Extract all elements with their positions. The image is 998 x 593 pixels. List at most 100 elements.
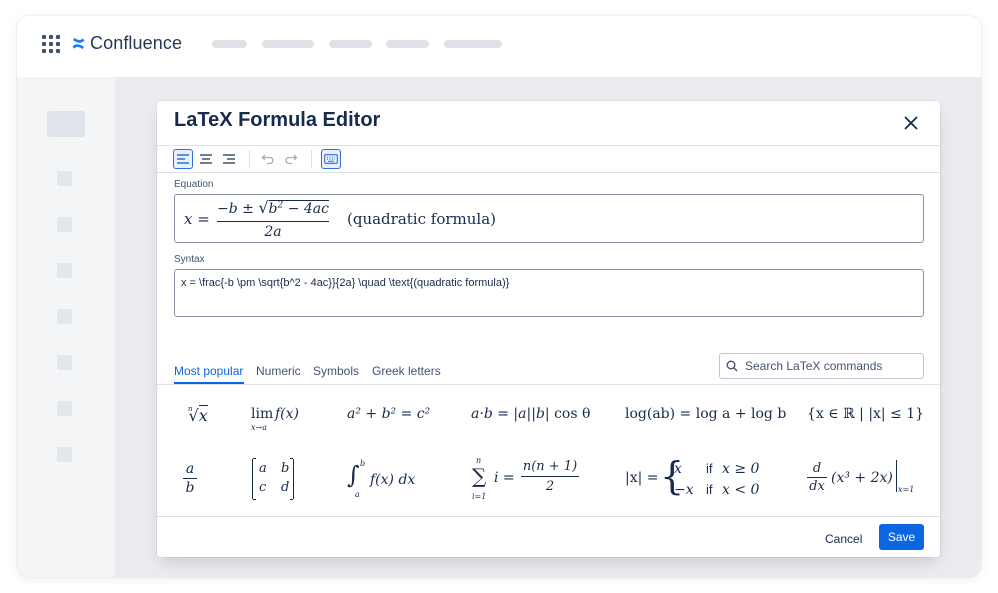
abs-row1-expr: x ≥ 0	[722, 461, 760, 477]
editor-toolbar	[157, 145, 940, 173]
integral-lower: a	[355, 490, 360, 499]
cancel-button[interactable]: Cancel	[817, 526, 870, 552]
matrix-cell-c: c	[259, 480, 267, 495]
formula-integral[interactable]: ∫ b a f(x) dx	[347, 459, 427, 501]
close-button[interactable]	[899, 111, 923, 135]
dot-equals: =	[497, 406, 509, 422]
abs-row2-condition: if	[706, 482, 713, 497]
evaluation-bar	[896, 460, 897, 492]
sidebar-header-placeholder[interactable]	[47, 111, 85, 137]
vector-a-magnitude: a	[518, 406, 527, 422]
formula-limit[interactable]: lim x→a f(x)	[251, 406, 311, 436]
sidebar-item-placeholder[interactable]	[57, 309, 72, 324]
formula-log-product[interactable]: log(ab) = log a + log b	[625, 406, 786, 422]
sum-body: i =	[494, 470, 515, 486]
formula-pythagorean[interactable]: a² + b² = c²	[347, 406, 430, 422]
abs-row1-condition: if	[706, 461, 713, 476]
tab-symbols[interactable]: Symbols	[313, 364, 359, 378]
matrix-cell-d: d	[281, 480, 290, 495]
derivative-evaluation: x=1	[898, 485, 915, 494]
latex-editor-dialog: LaTeX Formula Editor Equation x = −b ± √…	[157, 101, 940, 557]
root-body: x	[198, 405, 208, 425]
nav-placeholder-4[interactable]	[386, 40, 429, 48]
derivative-denominator: dx	[809, 479, 825, 494]
sidebar-item-placeholder[interactable]	[57, 217, 72, 232]
tab-most-popular[interactable]: Most popular	[174, 364, 243, 378]
sum-numerator: n(n + 1)	[522, 459, 578, 474]
formula-matrix[interactable]: a b c d	[252, 458, 294, 500]
equation-note: (quadratic formula)	[347, 210, 496, 228]
limit-operator: lim	[251, 406, 274, 422]
keyboard-icon	[324, 154, 338, 164]
syntax-input[interactable]: x = \frac{-b \pm \sqrt{b^2 - 4ac}}{2a} \…	[174, 269, 924, 317]
derivative-body: (x³ + 2x)	[831, 470, 893, 486]
syntax-label: Syntax	[174, 254, 205, 265]
footer-divider	[157, 516, 940, 517]
tab-numeric[interactable]: Numeric	[256, 364, 301, 378]
nav-placeholder-1[interactable]	[212, 40, 247, 48]
toolbar-divider	[311, 150, 312, 168]
vector-a: a	[471, 406, 480, 422]
fraction-bar	[217, 221, 329, 222]
redo-icon	[285, 154, 298, 165]
equation-numerator: −b ±	[217, 201, 254, 217]
sidebar	[17, 77, 115, 577]
app-switcher-icon[interactable]	[42, 35, 60, 53]
sum-denominator: 2	[545, 479, 555, 494]
redo-button[interactable]	[281, 149, 301, 169]
fraction-bar	[807, 477, 827, 478]
radicand-exponent: 2	[277, 200, 284, 211]
dot-cos-term: cos θ	[554, 406, 591, 422]
search-input[interactable]	[745, 359, 915, 373]
equation-lhs: x =	[184, 210, 210, 228]
toolbar-divider	[249, 150, 250, 168]
formula-set-builder[interactable]: {x ∈ ℝ | |x| ≤ 1}	[807, 406, 924, 422]
sidebar-item-placeholder[interactable]	[57, 355, 72, 370]
vector-b-magnitude: b	[535, 406, 545, 422]
sqrt-icon: √	[258, 198, 269, 217]
vector-b: b	[483, 406, 493, 422]
save-button[interactable]: Save	[879, 524, 924, 550]
radicand-base: b	[268, 201, 278, 217]
align-right-button[interactable]	[219, 149, 239, 169]
limit-subscript: x→a	[251, 423, 267, 432]
align-left-icon	[177, 154, 189, 164]
formula-absolute-value[interactable]: |x| = { x if x ≥ 0 −x if x < 0	[625, 456, 760, 502]
align-center-icon	[200, 154, 212, 164]
tabs-divider	[157, 384, 940, 385]
align-left-button[interactable]	[173, 149, 193, 169]
confluence-logo[interactable]: Confluence	[71, 33, 182, 54]
radicand-rest: − 4ac	[287, 201, 329, 217]
sidebar-item-placeholder[interactable]	[57, 263, 72, 278]
summation-icon: ∑	[472, 464, 487, 488]
search-icon	[726, 360, 738, 372]
abs-row2-value: −x	[674, 482, 694, 498]
undo-button[interactable]	[258, 149, 278, 169]
root-index: n	[188, 404, 193, 413]
formula-summation[interactable]: n ∑ i=1 i = n(n + 1) 2	[471, 456, 581, 502]
confluence-logo-icon	[72, 37, 85, 50]
search-field[interactable]	[719, 353, 924, 379]
formula-dot-product[interactable]: a·b = |a||b| cos θ	[471, 406, 590, 422]
tab-greek-letters[interactable]: Greek letters	[372, 364, 441, 378]
integral-body: f(x) dx	[370, 472, 416, 488]
align-right-icon	[223, 154, 235, 164]
keyboard-button[interactable]	[321, 149, 341, 169]
formula-nth-root[interactable]: n√x	[184, 404, 208, 425]
matrix-cell-b: b	[281, 461, 290, 476]
fraction-denominator: b	[185, 480, 195, 496]
sidebar-item-placeholder[interactable]	[57, 401, 72, 416]
equation-label: Equation	[174, 179, 214, 190]
integral-upper: b	[360, 459, 366, 468]
sidebar-item-placeholder[interactable]	[57, 171, 72, 186]
formula-fraction[interactable]: a b	[183, 461, 197, 497]
close-icon	[904, 116, 918, 130]
sidebar-item-placeholder[interactable]	[57, 447, 72, 462]
nav-placeholder-3[interactable]	[329, 40, 372, 48]
nav-placeholder-2[interactable]	[262, 40, 314, 48]
align-center-button[interactable]	[196, 149, 216, 169]
formula-derivative[interactable]: d dx (x³ + 2x) x=1	[807, 458, 922, 502]
nav-placeholder-5[interactable]	[444, 40, 502, 48]
equation-preview[interactable]: x = −b ± √b2 − 4ac 2a (quadratic formula…	[174, 194, 924, 243]
fraction-bar	[521, 476, 579, 477]
